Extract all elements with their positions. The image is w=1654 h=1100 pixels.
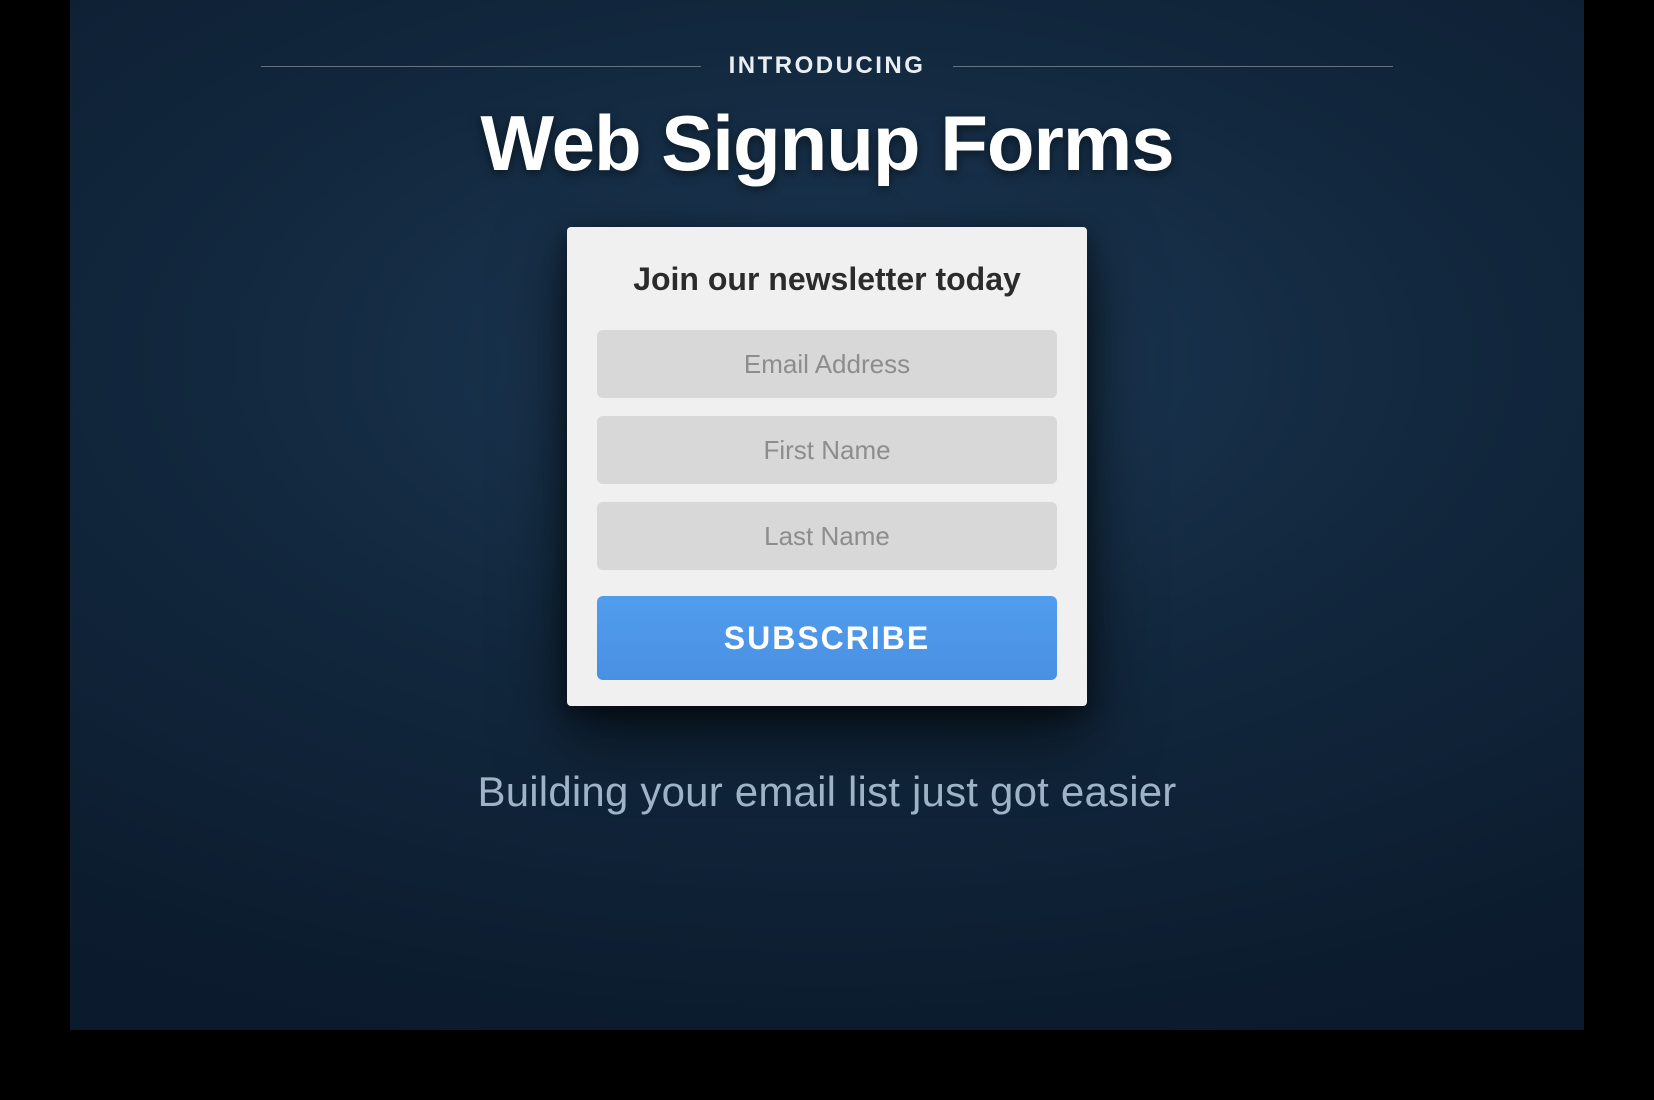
- page-title: Web Signup Forms: [480, 98, 1173, 189]
- email-field[interactable]: [597, 330, 1057, 398]
- subscribe-button[interactable]: SUBSCRIBE: [597, 596, 1057, 680]
- form-heading: Join our newsletter today: [597, 261, 1057, 298]
- last-name-field[interactable]: [597, 502, 1057, 570]
- eyebrow-row: INTRODUCING: [261, 52, 1394, 80]
- first-name-field[interactable]: [597, 416, 1057, 484]
- signup-card: Join our newsletter today SUBSCRIBE: [567, 227, 1087, 706]
- divider-left: [261, 66, 701, 67]
- tagline: Building your email list just got easier: [478, 768, 1177, 816]
- hero-section: INTRODUCING Web Signup Forms Join our ne…: [70, 0, 1584, 1030]
- eyebrow-label: INTRODUCING: [729, 52, 926, 80]
- divider-right: [953, 66, 1393, 67]
